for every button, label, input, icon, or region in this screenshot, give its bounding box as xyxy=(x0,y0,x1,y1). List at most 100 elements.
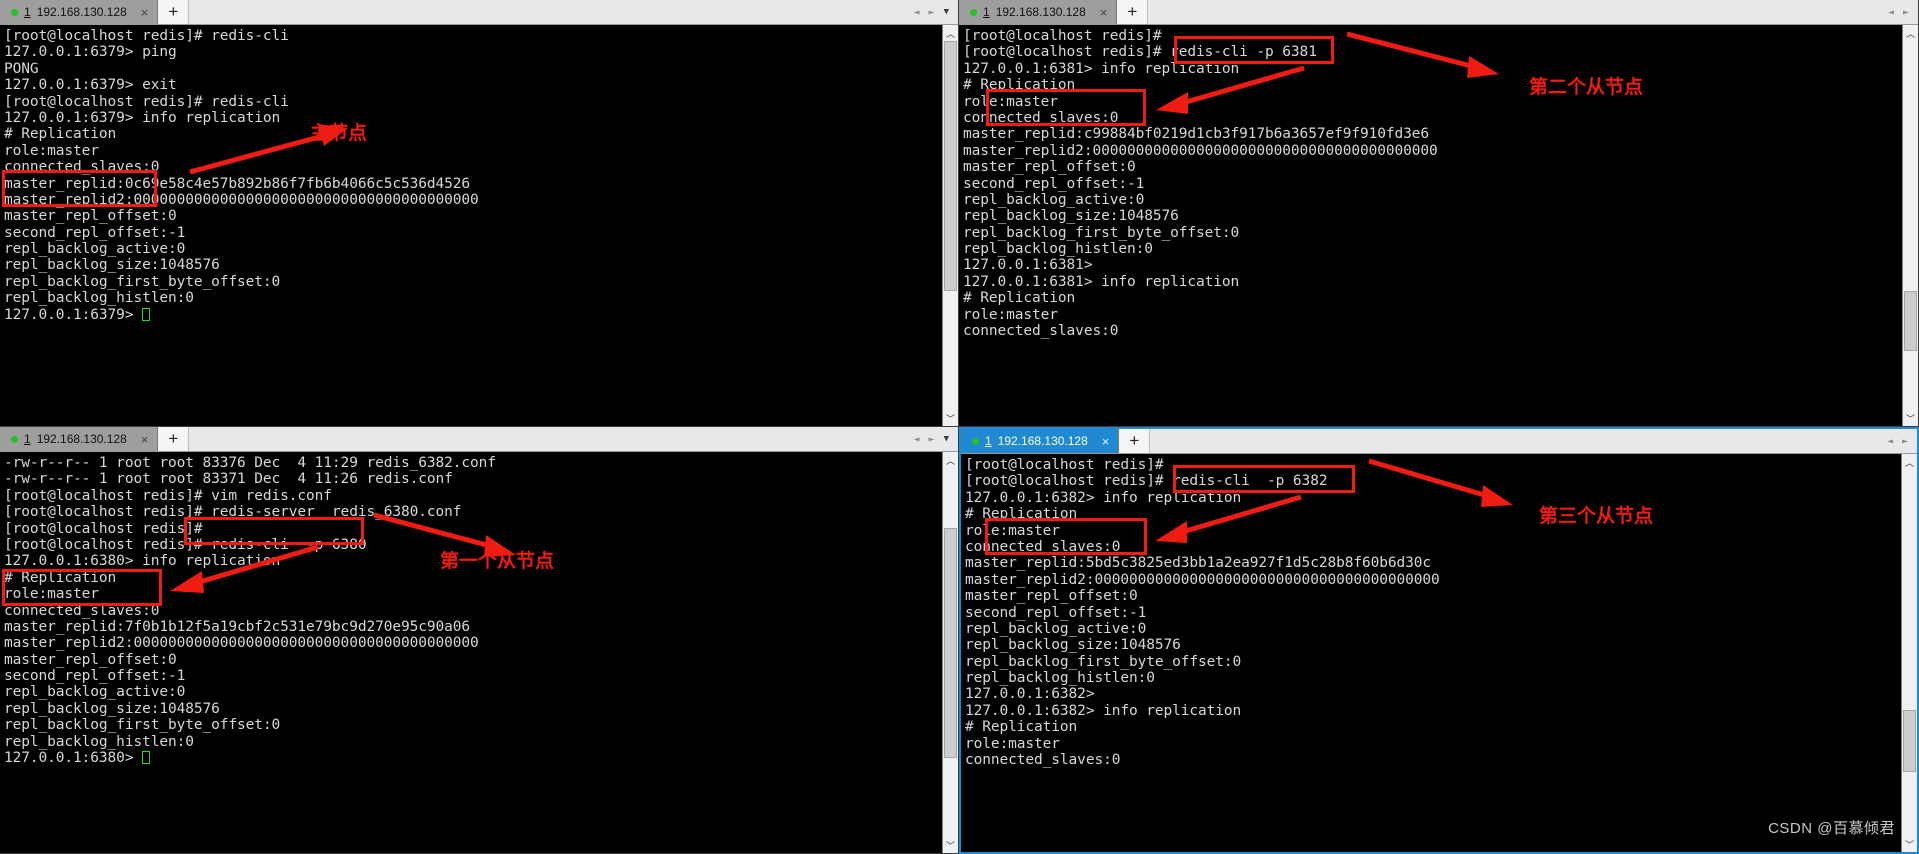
scrollbar-top-left[interactable]: ︿ ﹀ xyxy=(942,25,958,426)
terminal-line: 127.0.0.1:6381> info replication xyxy=(963,273,1240,290)
scroll-down-icon[interactable]: ﹀ xyxy=(1903,410,1918,426)
terminal-line: repl_backlog_histlen:0 xyxy=(4,733,194,750)
chevron-down-icon[interactable]: ▼ xyxy=(944,434,949,444)
watermark: CSDN @百慕倾君 xyxy=(1768,820,1895,837)
scroll-up-icon[interactable]: ︿ xyxy=(943,452,958,468)
nav-next-icon[interactable]: ► xyxy=(1902,436,1908,447)
terminal-line: role:master xyxy=(4,586,99,603)
terminal-line: 127.0.0.1:6379> xyxy=(4,307,942,323)
terminal-line: repl_backlog_size:1048576 xyxy=(4,257,220,274)
tab-nav-controls[interactable]: ◄ ► xyxy=(1883,429,1917,453)
close-icon[interactable]: × xyxy=(133,433,149,446)
terminal-panel-top-left[interactable]: 1 192.168.130.128 × + ◄ ► ▼ [root@localh… xyxy=(0,0,959,427)
terminal-line: connected_slaves:0 xyxy=(965,752,1121,769)
scroll-up-icon[interactable]: ︿ xyxy=(943,25,958,41)
scroll-up-icon[interactable]: ︿ xyxy=(1902,454,1917,470)
terminal-line: master_replid:7f0b1b12f5a19cbf2c531e79bc… xyxy=(4,618,471,635)
terminal-line: connected_slaves:0 xyxy=(963,109,1119,126)
terminal-line: role:master xyxy=(963,306,1058,323)
terminal-line: master_replid:c99884bf0219d1cb3f917b6a36… xyxy=(963,126,1430,143)
terminal-line: 127.0.0.1:6379> ping xyxy=(4,44,177,61)
terminal-line: second_repl_offset:-1 xyxy=(4,224,186,241)
terminal-line: repl_backlog_active:0 xyxy=(4,684,186,701)
scroll-up-icon[interactable]: ︿ xyxy=(1903,25,1918,41)
scroll-track[interactable] xyxy=(943,41,958,410)
tab-title: 192.168.130.128 xyxy=(997,434,1088,448)
terminal-line: role:master xyxy=(965,735,1060,752)
terminal-tab[interactable]: 1 192.168.130.128 × xyxy=(0,427,159,451)
tab-nav-controls[interactable]: ◄ ► xyxy=(1884,0,1918,24)
terminal-tab[interactable]: 1 192.168.130.128 × xyxy=(0,0,159,24)
scroll-thumb[interactable] xyxy=(1904,291,1917,351)
terminal-line: role:master xyxy=(4,142,99,159)
terminal-grid: 1 192.168.130.128 × + ◄ ► ▼ [root@localh… xyxy=(0,0,1919,854)
terminal-line: [root@localhost redis]# xyxy=(963,28,1162,44)
terminal-tab[interactable]: 1 192.168.130.128 × xyxy=(959,0,1118,24)
tab-bar-bottom-right: 1 192.168.130.128 × + ◄ ► xyxy=(961,429,1917,454)
tab-bar-filler xyxy=(1150,429,1883,453)
scrollbar-bottom-left[interactable]: ︿ ﹀ xyxy=(942,452,958,853)
tab-title: 192.168.130.128 xyxy=(36,5,127,19)
new-tab-button[interactable]: + xyxy=(1117,0,1149,24)
terminal-line: master_replid:0c69e58c4e57b892b86f7fb6b4… xyxy=(4,175,471,192)
terminal-line: 127.0.0.1:6379> info replication xyxy=(4,109,281,126)
terminal-body-wrap-top-right: [root@localhost redis]# [root@localhost r… xyxy=(959,25,1918,426)
text-cursor xyxy=(142,307,151,321)
new-tab-button[interactable]: + xyxy=(1119,429,1151,453)
terminal-line: # Replication xyxy=(965,719,1078,736)
terminal-body-wrap-top-left: [root@localhost redis]# redis-cli 127.0.0… xyxy=(0,25,958,426)
scroll-down-icon[interactable]: ﹀ xyxy=(943,837,958,853)
terminal-tab-selected[interactable]: 1 192.168.130.128 × xyxy=(961,429,1120,453)
terminal-line: 127.0.0.1:6382> info replication xyxy=(965,489,1242,506)
scroll-thumb[interactable] xyxy=(1903,710,1916,772)
scrollbar-bottom-right[interactable]: ︿ ﹀ xyxy=(1901,454,1917,852)
new-tab-button[interactable]: + xyxy=(158,427,190,451)
terminal-output-bottom-left[interactable]: -rw-r--r-- 1 root root 83376 Dec 4 11:29… xyxy=(0,452,942,853)
nav-prev-icon[interactable]: ◄ xyxy=(1888,7,1894,18)
scroll-down-icon[interactable]: ﹀ xyxy=(943,410,958,426)
chevron-down-icon[interactable]: ▼ xyxy=(944,7,949,17)
terminal-line: [root@localhost redis]# redis-server red… xyxy=(4,504,462,521)
scroll-track[interactable] xyxy=(1903,41,1918,410)
terminal-line: repl_backlog_histlen:0 xyxy=(965,670,1155,687)
terminal-body-wrap-bottom-right: [root@localhost redis]# [root@localhost r… xyxy=(961,454,1917,852)
nav-next-icon[interactable]: ► xyxy=(929,7,935,18)
scroll-track[interactable] xyxy=(1902,470,1917,836)
scrollbar-top-right[interactable]: ︿ ﹀ xyxy=(1902,25,1918,426)
terminal-line: # Replication xyxy=(965,506,1078,523)
close-icon[interactable]: × xyxy=(1092,6,1108,19)
terminal-output-bottom-right[interactable]: [root@localhost redis]# [root@localhost r… xyxy=(961,454,1901,852)
scroll-thumb[interactable] xyxy=(944,528,957,758)
terminal-line: [root@localhost redis]# redis-cli xyxy=(4,93,289,110)
terminal-panel-bottom-right[interactable]: 1 192.168.130.128 × + ◄ ► [root@localhos… xyxy=(959,427,1919,854)
close-icon[interactable]: × xyxy=(1094,435,1110,448)
terminal-line: master_repl_offset:0 xyxy=(4,208,177,225)
nav-next-icon[interactable]: ► xyxy=(929,434,935,445)
nav-prev-icon[interactable]: ◄ xyxy=(1887,436,1893,447)
terminal-panel-top-right[interactable]: 1 192.168.130.128 × + ◄ ► [root@localhos… xyxy=(959,0,1919,427)
scroll-thumb[interactable] xyxy=(944,41,957,291)
nav-prev-icon[interactable]: ◄ xyxy=(914,7,920,18)
terminal-line: repl_backlog_histlen:0 xyxy=(4,290,194,307)
terminal-line: master_replid2:0000000000000000000000000… xyxy=(963,142,1438,159)
terminal-output-top-right[interactable]: [root@localhost redis]# [root@localhost r… xyxy=(959,25,1902,426)
terminal-line: connected_slaves:0 xyxy=(963,323,1119,340)
terminal-output-top-left[interactable]: [root@localhost redis]# redis-cli 127.0.0… xyxy=(0,25,942,426)
tab-nav-controls[interactable]: ◄ ► ▼ xyxy=(910,427,958,451)
scroll-down-icon[interactable]: ﹀ xyxy=(1902,836,1917,852)
nav-prev-icon[interactable]: ◄ xyxy=(914,434,920,445)
terminal-line: master_replid2:0000000000000000000000000… xyxy=(965,571,1440,588)
terminal-line: second_repl_offset:-1 xyxy=(965,604,1147,621)
terminal-line: repl_backlog_first_byte_offset:0 xyxy=(963,224,1240,241)
tab-index: 1 xyxy=(24,5,31,19)
terminal-line: master_replid:5bd5c3825ed3bb1a2ea927f1d5… xyxy=(965,555,1432,572)
scroll-track[interactable] xyxy=(943,468,958,837)
terminal-panel-bottom-left[interactable]: 1 192.168.130.128 × + ◄ ► ▼ -rw-r--r-- 1… xyxy=(0,427,959,854)
terminal-line: repl_backlog_first_byte_offset:0 xyxy=(4,273,281,290)
tab-bar-bottom-left: 1 192.168.130.128 × + ◄ ► ▼ xyxy=(0,427,958,452)
status-dot-icon xyxy=(972,437,979,445)
tab-nav-controls[interactable]: ◄ ► ▼ xyxy=(910,0,958,24)
nav-next-icon[interactable]: ► xyxy=(1903,7,1909,18)
close-icon[interactable]: × xyxy=(133,6,149,19)
new-tab-button[interactable]: + xyxy=(158,0,190,24)
